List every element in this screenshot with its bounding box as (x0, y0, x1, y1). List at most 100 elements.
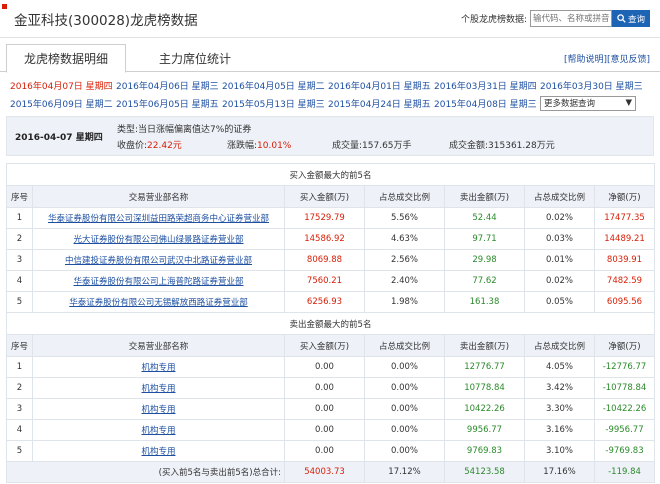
search-button[interactable]: 查询 (611, 10, 650, 27)
buy-pct: 1.98% (364, 291, 445, 313)
rank: 4 (6, 419, 33, 441)
buy-amount: 6256.93 (284, 291, 365, 313)
buy-pct: 2.40% (364, 270, 445, 292)
buy-pct: 0.00% (364, 419, 445, 441)
col-header: 交易营业部名称 (32, 185, 285, 208)
broker-link[interactable]: 光大证券股份有限公司佛山绿景路证券营业部 (73, 235, 243, 245)
broker-link[interactable]: 华泰证券股份有限公司上海普陀路证券营业部 (73, 277, 243, 287)
help-link[interactable]: [帮助说明] (564, 55, 607, 65)
sell-amount: 9769.83 (444, 440, 525, 462)
col-header: 序号 (6, 185, 33, 208)
date-link[interactable]: 2015年06月05日 星期五 (116, 97, 222, 110)
date-link[interactable]: 2016年04月01日 星期五 (328, 79, 434, 92)
sell-pct: 0.02% (524, 270, 595, 292)
page-title: 金亚科技(300028)龙虎榜数据 (14, 12, 198, 29)
col-header: 卖出金额(万) (444, 334, 525, 357)
buy-amount: 17529.79 (284, 207, 365, 229)
table-row: 2 机构专用 0.00 0.00% 10778.84 3.42% -10778.… (6, 377, 655, 399)
buy-title: 买入金额最大的前5名 (6, 163, 655, 186)
table-row: 4 机构专用 0.00 0.00% 9956.77 3.16% -9956.77 (6, 419, 655, 441)
date-row-2: 2015年06月09日 星期二 2015年06月05日 星期五 2015年05月… (10, 94, 650, 112)
col-header: 序号 (6, 334, 33, 357)
date-link[interactable]: 2015年04月24日 星期五 (328, 97, 434, 110)
date-link[interactable]: 2016年03月30日 星期三 (540, 79, 646, 92)
total-sell-pct: 17.16% (524, 461, 595, 483)
broker-link[interactable]: 机构专用 (141, 363, 175, 373)
volume-value: 157.65万手 (362, 141, 412, 151)
sell-pct: 0.05% (524, 291, 595, 313)
broker-link[interactable]: 机构专用 (141, 426, 175, 436)
feedback-link[interactable]: [意见反馈] (607, 55, 650, 65)
sell-amount: 29.98 (444, 249, 525, 271)
col-header: 卖出金额(万) (444, 185, 525, 208)
date-link[interactable]: 2015年06月09日 星期二 (10, 97, 116, 110)
broker-link[interactable]: 华泰证券股份有限公司深圳益田路荣超商务中心证券营业部 (48, 214, 269, 224)
type-label: 类型: (117, 125, 139, 135)
total-row: (买入前5名与卖出前5名)总合计: 54003.73 17.12% 54123.… (6, 461, 655, 483)
rank: 5 (6, 440, 33, 462)
buy-pct: 4.63% (364, 228, 445, 250)
tab-detail[interactable]: 龙虎榜数据明细 (6, 44, 126, 73)
date-link[interactable]: 2016年04月07日 星期四 (10, 79, 116, 92)
total-net: -119.84 (594, 461, 655, 483)
chevron-down-icon: ▼ (625, 98, 632, 108)
broker-cell: 中信建投证券股份有限公司武汉中北路证券营业部 (32, 249, 285, 271)
broker-link[interactable]: 华泰证券股份有限公司无锡解放西路证券营业部 (69, 298, 248, 308)
date-link[interactable]: 2015年04月08日 星期三 (434, 97, 540, 110)
table-row: 1 华泰证券股份有限公司深圳益田路荣超商务中心证券营业部 17529.79 5.… (6, 207, 655, 229)
net-amount: 14489.21 (594, 228, 655, 250)
sell-pct: 3.10% (524, 440, 595, 462)
more-dates-value: 更多数据查询 (544, 99, 596, 109)
buy-pct: 0.00% (364, 398, 445, 420)
net-amount: 17477.35 (594, 207, 655, 229)
tab-bar: 龙虎榜数据明细 主力席位统计 [帮助说明][意见反馈] (0, 44, 660, 73)
table-row: 2 光大证券股份有限公司佛山绿景路证券营业部 14586.92 4.63% 97… (6, 228, 655, 250)
sell-amount: 12776.77 (444, 356, 525, 378)
sell-amount: 161.38 (444, 291, 525, 313)
sell-amount: 9956.77 (444, 419, 525, 441)
broker-link[interactable]: 机构专用 (141, 405, 175, 415)
col-header: 买入金额(万) (284, 334, 365, 357)
net-amount: -9769.83 (594, 440, 655, 462)
col-header: 占总成交比例 (524, 185, 595, 208)
tab-seat-stats[interactable]: 主力席位统计 (140, 44, 250, 72)
sell-amount: 77.62 (444, 270, 525, 292)
rank: 3 (6, 398, 33, 420)
change-label: 涨跌幅: (227, 141, 258, 151)
close-label: 收盘价: (117, 141, 148, 151)
sell-pct: 0.02% (524, 207, 595, 229)
buy-pct: 0.00% (364, 440, 445, 462)
buy-amount: 0.00 (284, 419, 365, 441)
date-link[interactable]: 2016年03月31日 星期四 (434, 79, 540, 92)
broker-link[interactable]: 机构专用 (141, 384, 175, 394)
total-buy-pct: 17.12% (364, 461, 445, 483)
table-row: 5 华泰证券股份有限公司无锡解放西路证券营业部 6256.93 1.98% 16… (6, 291, 655, 313)
broker-link[interactable]: 中信建投证券股份有限公司武汉中北路证券营业部 (65, 256, 252, 266)
buy-pct: 0.00% (364, 356, 445, 378)
stock-search: 个股龙虎榜数据: 查询 (461, 10, 650, 27)
sell-pct: 0.03% (524, 228, 595, 250)
search-input[interactable] (529, 10, 612, 27)
net-amount: -10778.84 (594, 377, 655, 399)
table-row: 4 华泰证券股份有限公司上海普陀路证券营业部 7560.21 2.40% 77.… (6, 270, 655, 292)
table-row: 5 机构专用 0.00 0.00% 9769.83 3.10% -9769.83 (6, 440, 655, 462)
rank: 2 (6, 228, 33, 250)
more-dates-select[interactable]: 更多数据查询 ▼ (540, 95, 636, 111)
broker-cell: 机构专用 (32, 356, 285, 378)
amount-value: 315361.28万元 (488, 141, 555, 151)
date-link[interactable]: 2016年04月06日 星期三 (116, 79, 222, 92)
buy-header-row: 序号 交易营业部名称 买入金额(万) 占总成交比例 卖出金额(万) 占总成交比例… (6, 185, 655, 208)
date-link[interactable]: 2016年04月05日 星期二 (222, 79, 328, 92)
sell-amount: 97.71 (444, 228, 525, 250)
buy-pct: 0.00% (364, 377, 445, 399)
date-link[interactable]: 2015年05月13日 星期三 (222, 97, 328, 110)
col-header: 买入金额(万) (284, 185, 365, 208)
top-links: [帮助说明][意见反馈] (564, 52, 650, 65)
col-header: 交易营业部名称 (32, 334, 285, 357)
broker-link[interactable]: 机构专用 (141, 447, 175, 457)
info-panel: 2016-04-07 星期四 类型:当日涨幅偏离值达7%的证券 收盘价:22.4… (6, 116, 654, 156)
sell-pct: 3.30% (524, 398, 595, 420)
broker-cell: 机构专用 (32, 419, 285, 441)
rank: 1 (6, 207, 33, 229)
rank: 1 (6, 356, 33, 378)
